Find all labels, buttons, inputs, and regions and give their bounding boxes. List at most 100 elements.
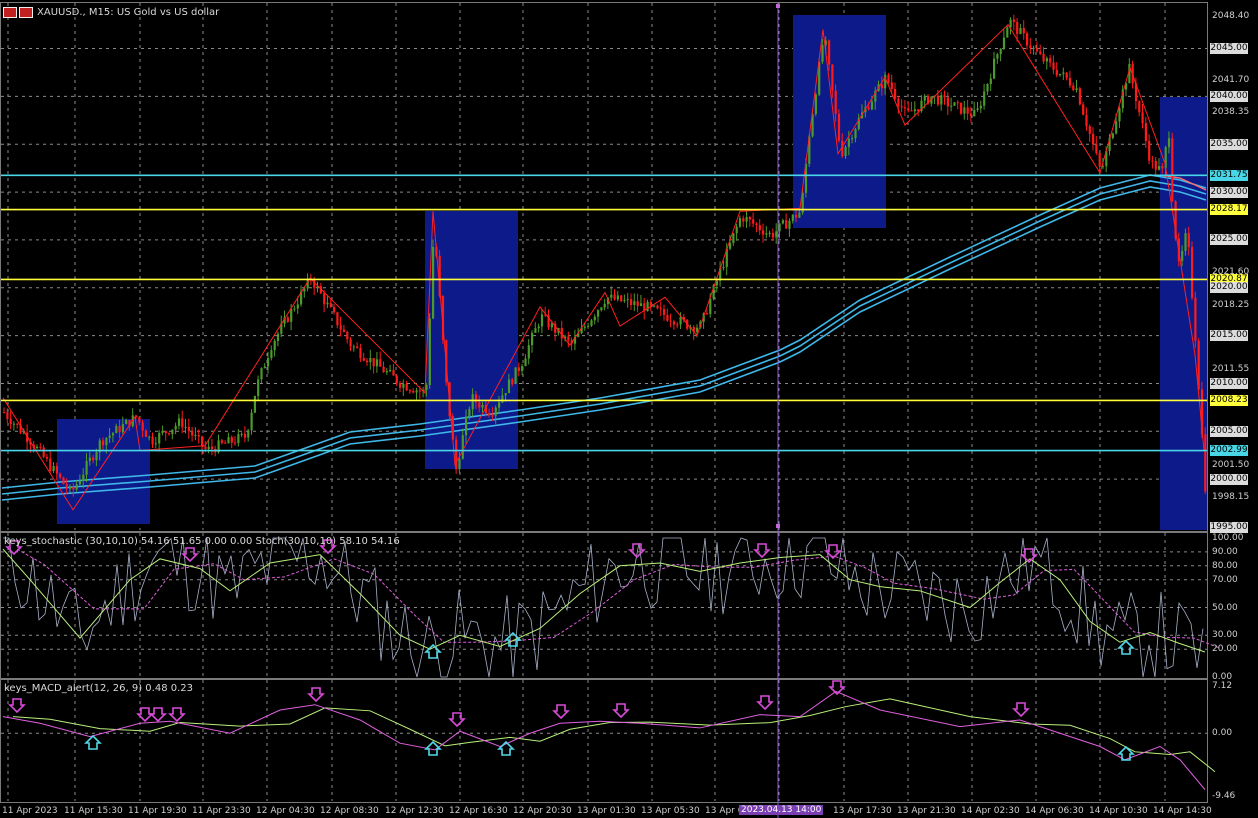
- candle-bull: [709, 298, 712, 315]
- candle-bear: [224, 442, 227, 444]
- candle-bear: [1022, 27, 1025, 34]
- candle-bull: [111, 433, 115, 436]
- candle-bear: [907, 108, 910, 111]
- candle-bear: [752, 219, 755, 224]
- candle-bull: [696, 327, 699, 332]
- candle-bull: [36, 446, 39, 448]
- candle-bull: [105, 437, 108, 446]
- candles: [3, 14, 1207, 497]
- candle-bull: [415, 390, 418, 393]
- crosshair-time-label: 2023.04.13 14:00: [739, 805, 824, 815]
- macd-sell-arrow-icon: [612, 703, 630, 719]
- candle-bull: [524, 358, 527, 367]
- candle-bear: [1088, 126, 1091, 134]
- candle-bull: [125, 419, 128, 425]
- price-tag-2008-23: 2008.23: [1210, 394, 1248, 406]
- candle-bear: [1191, 247, 1194, 298]
- candle-bear: [6, 412, 9, 419]
- time-label: 12 Apr 20:30: [513, 806, 572, 816]
- candle-bull: [639, 303, 643, 307]
- time-label: 13 Apr 01:30: [577, 806, 636, 816]
- price-tag-2025-00: 2025.00: [1210, 234, 1248, 246]
- candle-bear: [204, 446, 207, 450]
- candle-bull: [250, 412, 253, 431]
- candle-bear: [201, 436, 204, 447]
- candle-bear: [831, 64, 834, 91]
- candle-bull: [148, 436, 151, 438]
- candle-bull: [738, 218, 742, 227]
- candle-bull: [735, 226, 738, 234]
- candle-bear: [636, 301, 639, 307]
- candle-bear: [333, 307, 336, 313]
- candle-bull: [375, 359, 379, 367]
- candle-bear: [785, 220, 788, 229]
- candle-bull: [121, 424, 124, 433]
- candle-bull: [851, 138, 854, 140]
- stoch-main-line: [2, 548, 1206, 653]
- candle-bear: [1049, 58, 1052, 63]
- candle-bear: [1012, 19, 1015, 23]
- candle-bear: [372, 358, 375, 367]
- candle-bear: [1039, 51, 1042, 55]
- candle-bear: [1171, 138, 1174, 202]
- candle-bear: [1072, 85, 1075, 91]
- macd-sell-arrow-icon: [552, 704, 570, 720]
- candle-bear: [478, 402, 481, 408]
- price-tag-2020-00: 2020.00: [1210, 282, 1248, 294]
- chart-window[interactable]: XAUUSD., M15: US Gold vs US dollar keys_…: [0, 0, 1258, 818]
- candle-bull: [791, 214, 794, 221]
- chart-window-icon-b: [19, 7, 33, 18]
- candle-bear: [151, 436, 154, 445]
- candle-bull: [623, 300, 626, 302]
- candle-bear: [286, 317, 289, 322]
- chart-title: XAUUSD., M15: US Gold vs US dollar: [3, 7, 219, 18]
- time-label: 13 Apr 05:30: [641, 806, 700, 816]
- moving-average-line: [1, 186, 1207, 501]
- candle-bear: [676, 324, 679, 326]
- candle-bull: [963, 107, 966, 114]
- candle-bull: [778, 223, 781, 232]
- candle-bear: [672, 321, 676, 325]
- macd-buy-arrow-icon: [424, 740, 442, 756]
- candle-bear: [1148, 140, 1151, 161]
- candle-bull: [1184, 233, 1187, 251]
- candle-bear: [890, 82, 893, 90]
- candle-bull: [326, 302, 329, 305]
- candle-bull: [610, 294, 613, 298]
- macd-sell-arrow-icon: [307, 687, 325, 703]
- candle-bull: [247, 430, 250, 438]
- candle-bull: [1075, 88, 1078, 91]
- candle-bear: [1026, 33, 1029, 46]
- chart-canvas[interactable]: [0, 0, 1258, 818]
- candle-bear: [1098, 152, 1101, 167]
- candle-bear: [187, 426, 190, 432]
- candle-bear: [630, 299, 633, 305]
- candle-bull: [276, 333, 280, 341]
- candle-bull: [729, 242, 732, 249]
- time-label: 14 Apr 06:30: [1025, 806, 1084, 816]
- candle-bear: [339, 325, 342, 330]
- candle-bear: [960, 102, 963, 114]
- candle-bear: [336, 312, 339, 326]
- candle-bull: [1019, 27, 1022, 35]
- candle-bull: [989, 78, 992, 85]
- candle-bull: [95, 452, 98, 461]
- candle-bull: [1062, 72, 1065, 74]
- candle-bear: [42, 447, 45, 457]
- candle-bear: [1138, 101, 1141, 113]
- candle-bear: [382, 366, 385, 373]
- candle-bear: [359, 348, 362, 359]
- candle-bull: [108, 435, 111, 438]
- candle-bear: [887, 74, 890, 83]
- candle-bull: [494, 407, 497, 416]
- time-label: 11 Apr 2023: [2, 806, 58, 816]
- time-label: 14 Apr 10:30: [1089, 806, 1148, 816]
- candle-bear: [936, 95, 940, 105]
- candle-bull: [1006, 27, 1009, 38]
- candle-bear: [1068, 78, 1072, 86]
- candle-bear: [16, 423, 19, 425]
- price-tag-2015-00: 2015.00: [1210, 330, 1248, 342]
- candle-bear: [1154, 160, 1157, 170]
- candle-bear: [234, 442, 237, 444]
- candle-bull: [1158, 166, 1161, 170]
